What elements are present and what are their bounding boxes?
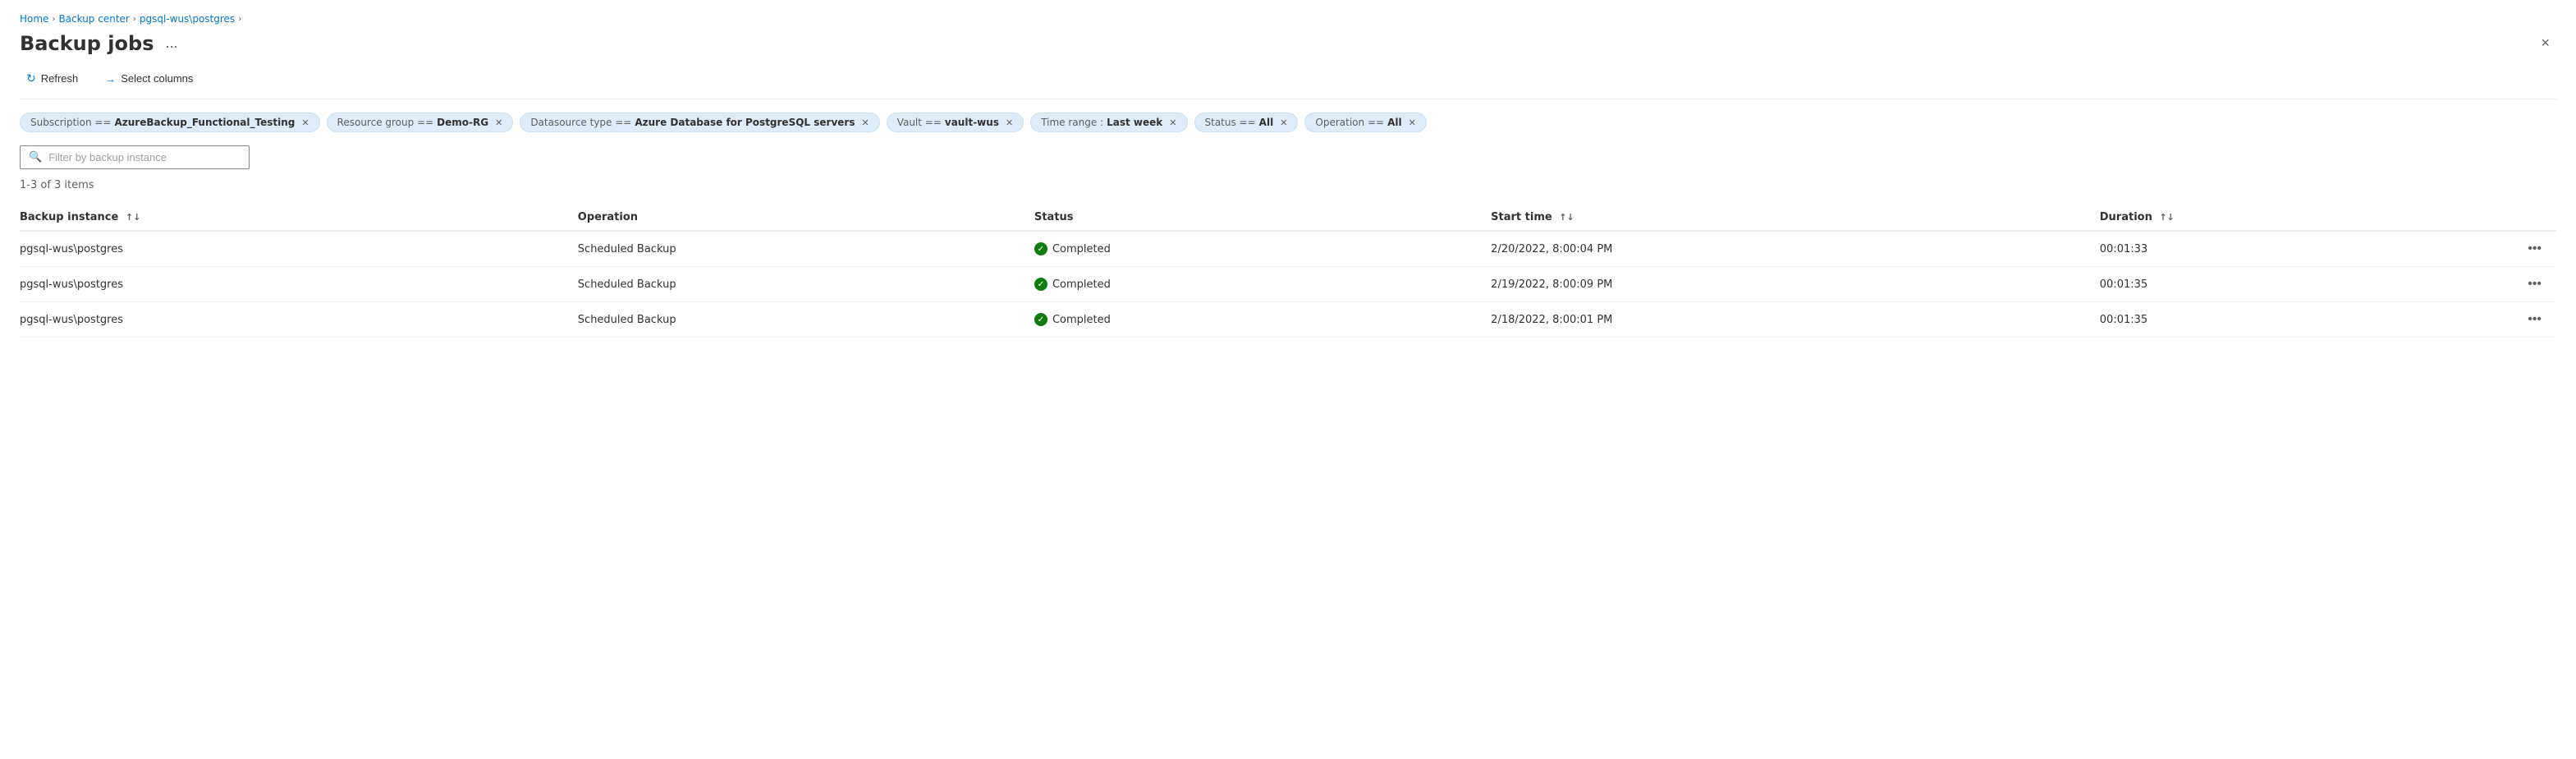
cell-status-0: ✓ Completed (1034, 231, 1491, 267)
col-header-operation: Operation (578, 205, 1034, 231)
col-header-starttime[interactable]: Start time ↑↓ (1491, 205, 2100, 231)
breadcrumb-postgres[interactable]: pgsql-wus\postgres (140, 13, 235, 25)
table-row[interactable]: pgsql-wus\postgres Scheduled Backup ✓ Co… (20, 267, 2556, 302)
items-count: 1-3 of 3 items (20, 179, 2556, 191)
breadcrumb-sep-2: › (133, 15, 136, 24)
toolbar: ↻ Refresh → Select columns (20, 68, 2556, 99)
page-title-row: Backup jobs ... (20, 32, 183, 55)
col-header-instance[interactable]: Backup instance ↑↓ (20, 205, 578, 231)
cell-operation-0: Scheduled Backup (578, 231, 1034, 267)
page-more-options-button[interactable]: ... (160, 33, 182, 53)
filter-remove-icon[interactable]: ✕ (1169, 117, 1176, 128)
col-header-status: Status (1034, 205, 1491, 231)
table-header: Backup instance ↑↓ Operation Status Star… (20, 205, 2556, 231)
filter-remove-icon[interactable]: ✕ (1280, 117, 1287, 128)
table-row[interactable]: pgsql-wus\postgres Scheduled Backup ✓ Co… (20, 231, 2556, 267)
row-menu-button-2[interactable]: ••• (2523, 310, 2546, 329)
columns-icon: → (104, 72, 116, 85)
cell-instance-2: pgsql-wus\postgres (20, 302, 578, 338)
breadcrumb-home[interactable]: Home (20, 13, 48, 25)
filter-remove-icon[interactable]: ✕ (1006, 117, 1013, 128)
close-button[interactable]: × (2534, 31, 2556, 55)
sort-icon-duration: ↑↓ (2159, 212, 2174, 223)
filters-row: Subscription == AzureBackup_Functional_T… (20, 113, 2556, 132)
jobs-table: Backup instance ↑↓ Operation Status Star… (20, 205, 2556, 338)
row-menu-button-1[interactable]: ••• (2523, 275, 2546, 293)
breadcrumb-sep-3: › (238, 15, 241, 24)
table-header-row: Backup instance ↑↓ Operation Status Star… (20, 205, 2556, 231)
sort-icon-starttime: ↑↓ (1559, 212, 1574, 223)
col-header-action (2455, 205, 2556, 231)
cell-action-2: ••• (2455, 302, 2556, 338)
cell-action-0: ••• (2455, 231, 2556, 267)
cell-action-1: ••• (2455, 267, 2556, 302)
cell-operation-1: Scheduled Backup (578, 267, 1034, 302)
page-header: Backup jobs ... × (20, 31, 2556, 55)
breadcrumb-backup-center[interactable]: Backup center (58, 13, 129, 25)
cell-duration-1: 00:01:35 (2100, 267, 2455, 302)
cell-duration-0: 00:01:33 (2100, 231, 2455, 267)
filter-tag-resource-group[interactable]: Resource group == Demo-RG✕ (327, 113, 514, 132)
filter-tag-datasource-type[interactable]: Datasource type == Azure Database for Po… (520, 113, 879, 132)
search-input[interactable] (48, 151, 241, 163)
cell-instance-1: pgsql-wus\postgres (20, 267, 578, 302)
table-row[interactable]: pgsql-wus\postgres Scheduled Backup ✓ Co… (20, 302, 2556, 338)
table-body: pgsql-wus\postgres Scheduled Backup ✓ Co… (20, 231, 2556, 338)
filter-tag-time-range[interactable]: Time range : Last week✕ (1030, 113, 1187, 132)
filter-tag-status[interactable]: Status == All✕ (1194, 113, 1299, 132)
filter-remove-icon[interactable]: ✕ (495, 117, 502, 128)
status-check-icon: ✓ (1034, 242, 1047, 255)
status-check-icon: ✓ (1034, 313, 1047, 326)
cell-operation-2: Scheduled Backup (578, 302, 1034, 338)
filter-remove-icon[interactable]: ✕ (861, 117, 869, 128)
filter-tag-subscription[interactable]: Subscription == AzureBackup_Functional_T… (20, 113, 320, 132)
cell-starttime-2: 2/18/2022, 8:00:01 PM (1491, 302, 2100, 338)
sort-icon-instance: ↑↓ (126, 212, 140, 223)
cell-duration-2: 00:01:35 (2100, 302, 2455, 338)
cell-instance-0: pgsql-wus\postgres (20, 231, 578, 267)
col-header-duration[interactable]: Duration ↑↓ (2100, 205, 2455, 231)
select-columns-label: Select columns (121, 72, 193, 85)
status-check-icon: ✓ (1034, 278, 1047, 291)
cell-status-1: ✓ Completed (1034, 267, 1491, 302)
cell-starttime-0: 2/20/2022, 8:00:04 PM (1491, 231, 2100, 267)
row-menu-button-0[interactable]: ••• (2523, 240, 2546, 258)
filter-tag-vault[interactable]: Vault == vault-wus✕ (887, 113, 1024, 132)
filter-tag-operation[interactable]: Operation == All✕ (1304, 113, 1426, 132)
search-icon: 🔍 (29, 151, 42, 163)
refresh-label: Refresh (41, 72, 79, 85)
cell-starttime-1: 2/19/2022, 8:00:09 PM (1491, 267, 2100, 302)
filter-remove-icon[interactable]: ✕ (301, 117, 309, 128)
breadcrumb-sep-1: › (52, 15, 55, 24)
refresh-button[interactable]: ↻ Refresh (20, 68, 85, 89)
page-title: Backup jobs (20, 32, 154, 55)
select-columns-button[interactable]: → Select columns (98, 69, 199, 89)
search-box: 🔍 (20, 145, 250, 169)
filter-remove-icon[interactable]: ✕ (1409, 117, 1416, 128)
cell-status-2: ✓ Completed (1034, 302, 1491, 338)
breadcrumb: Home › Backup center › pgsql-wus\postgre… (20, 13, 2556, 25)
refresh-icon: ↻ (26, 71, 36, 85)
